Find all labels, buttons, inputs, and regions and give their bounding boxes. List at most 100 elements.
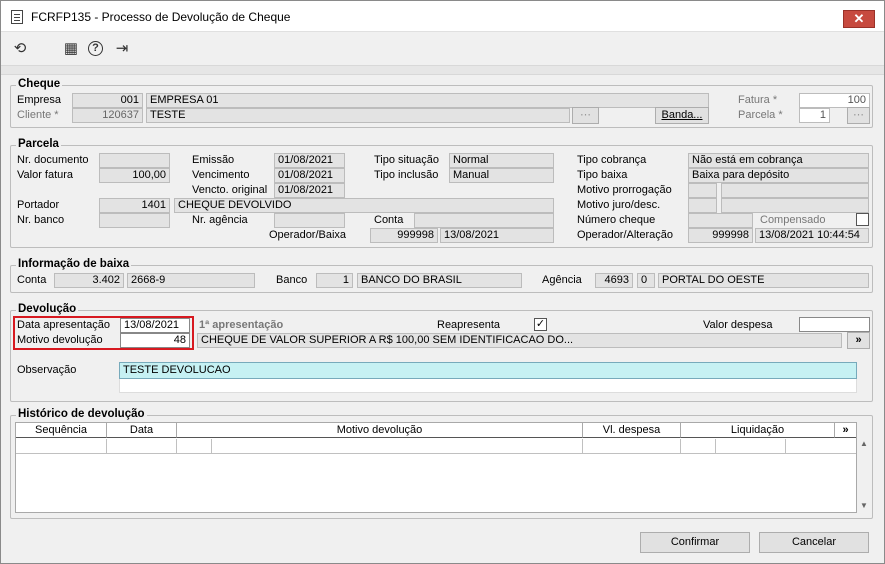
motivo-juro-code[interactable] [688, 198, 717, 213]
vencimento-label: Vencimento [192, 169, 250, 181]
motivo-prorrogacao-code[interactable] [688, 183, 717, 198]
cliente-name-field[interactable]: TESTE [146, 108, 570, 123]
historico-scrollbar[interactable]: ▲ ▼ [857, 439, 871, 513]
scroll-down-icon[interactable]: ▼ [860, 501, 868, 510]
nr-agencia-field[interactable] [274, 213, 345, 228]
tipo-inclusao-field[interactable]: Manual [449, 168, 554, 183]
column-header-liquidacao[interactable]: Liquidação [681, 423, 835, 438]
data-apresentacao-field[interactable]: 13/08/2021 [120, 318, 190, 333]
baixa-group-title: Informação de baixa [16, 258, 132, 270]
motivo-prorrogacao-desc[interactable] [721, 183, 869, 198]
motivo-expand-button[interactable]: » [847, 332, 870, 349]
banda-button[interactable]: Banda... [655, 107, 709, 124]
portador-name-field[interactable]: CHEQUE DEVOLVIDO [174, 198, 554, 213]
motivo-devolucao-text[interactable]: CHEQUE DE VALOR SUPERIOR A R$ 100,00 SEM… [197, 333, 842, 348]
vencimento-field[interactable]: 01/08/2021 [274, 168, 345, 183]
agencia-code[interactable]: 4693 [595, 273, 633, 288]
fatura-label: Fatura * [738, 94, 778, 106]
valor-despesa-field[interactable] [799, 317, 870, 332]
nr-documento-field[interactable] [99, 153, 170, 168]
empresa-label: Empresa [17, 94, 62, 106]
vencto-original-label: Vencto. original [192, 184, 268, 196]
banco-code[interactable]: 1 [316, 273, 353, 288]
cliente-code-field[interactable]: 120637 [72, 108, 143, 123]
banco-name[interactable]: BANCO DO BRASIL [357, 273, 522, 288]
agencia-label: Agência [542, 274, 582, 286]
empresa-name-field[interactable]: EMPRESA 01 [146, 93, 709, 108]
valor-fatura-field[interactable]: 100,00 [99, 168, 170, 183]
data-apresentacao-label: Data apresentação [17, 319, 110, 331]
table-cell[interactable] [177, 439, 212, 454]
motivo-devolucao-code[interactable]: 48 [120, 333, 190, 348]
cliente-lookup-button[interactable]: ⋯ [572, 107, 599, 124]
table-cell[interactable] [212, 439, 583, 454]
primeira-apresentacao-label: 1ª apresentação [199, 319, 284, 331]
operador-alteracao-date[interactable]: 13/08/2021 10:44:54 [755, 228, 869, 243]
devolucao-group-title: Devolução [16, 303, 79, 315]
compensado-label: Compensado [760, 214, 826, 226]
title-bar: FCRFP135 - Processo de Devolução de Cheq… [1, 1, 884, 32]
banco-label: Banco [276, 274, 308, 286]
calendar-icon[interactable]: ▦ [62, 40, 80, 58]
tipo-inclusao-label: Tipo inclusão [374, 169, 439, 181]
baixa-conta-number[interactable]: 2668-9 [127, 273, 255, 288]
operador-alteracao-label: Operador/Alteração [577, 229, 673, 241]
table-cell[interactable] [16, 439, 107, 454]
agencia-digit[interactable]: 0 [637, 273, 655, 288]
tipo-situacao-field[interactable]: Normal [449, 153, 554, 168]
column-header-data[interactable]: Data [107, 423, 177, 438]
nr-banco-label: Nr. banco [17, 214, 65, 226]
valor-fatura-label: Valor fatura [17, 169, 74, 181]
tipo-baixa-field[interactable]: Baixa para depósito [688, 168, 869, 183]
empresa-code-field[interactable]: 001 [72, 93, 143, 108]
portador-code-field[interactable]: 1401 [99, 198, 170, 213]
column-header-sequencia[interactable]: Sequência [16, 423, 107, 438]
reapresenta-checkbox[interactable]: ✓ [534, 318, 547, 331]
scroll-up-icon[interactable]: ▲ [860, 439, 868, 448]
operador-alteracao-code[interactable]: 999998 [688, 228, 753, 243]
help-icon[interactable]: ? [88, 41, 103, 56]
column-header-vl-despesa[interactable]: Vl. despesa [583, 423, 681, 438]
parcela-lookup-button[interactable]: ⋯ [847, 107, 870, 124]
table-cell[interactable] [107, 439, 177, 454]
table-cell[interactable] [681, 439, 716, 454]
parcela-label: Parcela * [738, 109, 783, 121]
compensado-checkbox[interactable] [856, 213, 869, 226]
motivo-devolucao-label: Motivo devolução [17, 334, 103, 346]
operador-baixa-date[interactable]: 13/08/2021 [440, 228, 554, 243]
refresh-icon[interactable]: ⟲ [11, 40, 29, 58]
vencto-original-field[interactable]: 01/08/2021 [274, 183, 345, 198]
valor-despesa-label: Valor despesa [703, 319, 773, 331]
cancel-button[interactable]: Cancelar [759, 532, 869, 553]
nr-documento-label: Nr. documento [17, 154, 89, 166]
numero-cheque-field[interactable] [688, 213, 753, 228]
parcela-field[interactable]: 1 [799, 108, 830, 123]
tipo-cobranca-field[interactable]: Não está em cobrança [688, 153, 869, 168]
conta-field[interactable] [414, 213, 554, 228]
operador-baixa-code[interactable]: 999998 [370, 228, 438, 243]
table-cell[interactable] [583, 439, 681, 454]
cancel-label: Cancelar [791, 536, 837, 548]
main-window: FCRFP135 - Processo de Devolução de Cheq… [0, 0, 885, 564]
toolbar-separator [1, 65, 884, 75]
confirm-label: Confirmar [670, 536, 720, 548]
table-cell[interactable] [786, 439, 856, 454]
baixa-conta-code[interactable]: 3.402 [54, 273, 124, 288]
tipo-situacao-label: Tipo situação [374, 154, 440, 166]
motivo-juro-desc[interactable] [721, 198, 869, 213]
table-cell[interactable] [716, 439, 786, 454]
document-icon [11, 10, 23, 24]
close-button[interactable]: ✕ [843, 10, 875, 28]
agencia-name[interactable]: PORTAL DO OESTE [658, 273, 869, 288]
nr-banco-field[interactable] [99, 213, 170, 228]
confirm-button[interactable]: Confirmar [640, 532, 750, 553]
cheque-group-title: Cheque [16, 78, 63, 90]
exit-icon[interactable]: ⇥ [113, 40, 131, 58]
fatura-field[interactable]: 100 [799, 93, 870, 108]
observacao-field[interactable]: TESTE DEVOLUCAO [119, 362, 857, 379]
historico-expand-button[interactable]: » [835, 423, 856, 438]
emissao-field[interactable]: 01/08/2021 [274, 153, 345, 168]
numero-cheque-label: Número cheque [577, 214, 656, 226]
observacao-field-line2[interactable] [119, 379, 857, 393]
column-header-motivo[interactable]: Motivo devolução [177, 423, 583, 438]
